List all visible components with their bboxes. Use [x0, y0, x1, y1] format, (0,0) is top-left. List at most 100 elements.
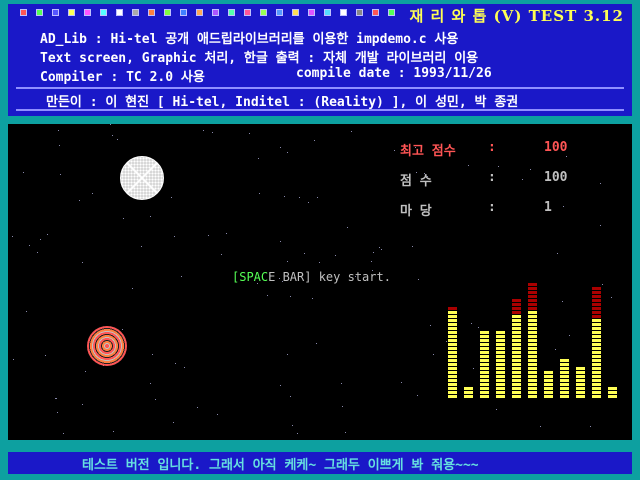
star	[280, 147, 281, 148]
equalizer-segment	[592, 343, 601, 346]
star	[478, 327, 479, 328]
equalizer-segment	[592, 331, 601, 334]
star	[566, 156, 567, 157]
equalizer-segment	[528, 391, 537, 394]
equalizer-segment	[448, 347, 457, 350]
equalizer-segment	[448, 371, 457, 374]
star	[258, 158, 259, 159]
equalizer-segment	[544, 395, 553, 398]
star	[381, 249, 382, 250]
equalizer-segment	[592, 307, 601, 310]
equalizer-segment	[528, 335, 537, 338]
equalizer-segment	[560, 383, 569, 386]
color-swatch	[276, 9, 283, 16]
equalizer-segment	[528, 363, 537, 366]
footer-message: 테스트 버전 입니다. 그래서 아직 케케~ 그래두 이쁘게 봐 줘용~~~	[82, 458, 479, 473]
star	[446, 341, 447, 342]
high-score-label: 최고 점수	[400, 144, 456, 159]
equalizer-segment	[480, 395, 489, 398]
star	[212, 132, 213, 133]
equalizer-segment	[448, 383, 457, 386]
color-swatch	[164, 9, 171, 16]
star	[267, 295, 268, 296]
equalizer-segment	[560, 363, 569, 366]
star	[297, 433, 298, 434]
equalizer-segment	[528, 323, 537, 326]
equalizer-segment	[592, 387, 601, 390]
star	[317, 197, 318, 198]
equalizer-segment	[592, 383, 601, 386]
color-swatch	[116, 9, 123, 16]
equalizer-segment	[560, 395, 569, 398]
equalizer-segment	[592, 327, 601, 330]
equalizer-segment	[480, 371, 489, 374]
star	[12, 236, 13, 237]
equalizer-segment	[528, 387, 537, 390]
star	[132, 288, 133, 289]
equalizer-segment	[528, 355, 537, 358]
equalizer-segment	[512, 323, 521, 326]
equalizer-segment	[592, 347, 601, 350]
star	[590, 426, 591, 427]
star	[280, 385, 281, 386]
equalizer-segment	[480, 367, 489, 370]
color-swatch	[132, 9, 139, 16]
equalizer-segment	[544, 375, 553, 378]
equalizer-segment	[528, 383, 537, 386]
equalizer-segment	[464, 391, 473, 394]
app-title: 재 리 와 톱 (V) TEST 3.12	[409, 7, 624, 25]
equalizer-segment	[512, 299, 521, 302]
star	[417, 395, 418, 396]
equalizer-segment	[608, 395, 617, 398]
color-swatch	[100, 9, 107, 16]
star	[371, 261, 372, 262]
star	[308, 202, 309, 203]
color-swatch	[356, 9, 363, 16]
equalizer-segment	[512, 339, 521, 342]
star	[312, 298, 313, 299]
equalizer-segment	[496, 355, 505, 358]
equalizer-segment	[576, 387, 585, 390]
equalizer-segment	[528, 371, 537, 374]
star	[373, 252, 374, 253]
high-score-colon: :	[488, 140, 496, 155]
equalizer-segment	[592, 299, 601, 302]
equalizer-segment	[496, 347, 505, 350]
star	[555, 349, 556, 350]
game-area: 최고 점수 : 100 점 수 : 100 마 당 : 1 [SPACE BAR…	[8, 124, 632, 440]
star	[60, 174, 61, 175]
equalizer-segment	[496, 363, 505, 366]
color-swatch	[244, 9, 251, 16]
equalizer-segment	[512, 331, 521, 334]
credits-text: 만든이 : 이 현진 [ Hi-tel, Inditel : (Reality)…	[46, 95, 519, 110]
star	[290, 396, 291, 397]
star	[418, 279, 419, 280]
star	[79, 200, 80, 201]
equalizer-segment	[592, 319, 601, 322]
star	[175, 363, 176, 364]
star	[530, 169, 531, 170]
equalizer-segment	[528, 395, 537, 398]
equalizer-segment	[576, 379, 585, 382]
equalizer-segment	[512, 359, 521, 362]
equalizer-segment	[496, 335, 505, 338]
star	[351, 131, 352, 132]
star	[203, 130, 204, 131]
equalizer-segment	[528, 295, 537, 298]
star	[40, 239, 41, 240]
equalizer-segment	[448, 351, 457, 354]
star	[602, 284, 603, 285]
equalizer-segment	[592, 355, 601, 358]
equalizer-segment	[496, 367, 505, 370]
equalizer-segment	[560, 379, 569, 382]
equalizer-segment	[576, 383, 585, 386]
equalizer-segment	[560, 359, 569, 362]
star	[335, 255, 336, 256]
star	[55, 398, 56, 399]
star	[123, 218, 124, 219]
equalizer-segment	[592, 315, 601, 318]
score-label: 점 수	[400, 174, 432, 189]
equalizer-segment	[480, 347, 489, 350]
color-swatch	[324, 9, 331, 16]
equalizer-segment	[592, 363, 601, 366]
